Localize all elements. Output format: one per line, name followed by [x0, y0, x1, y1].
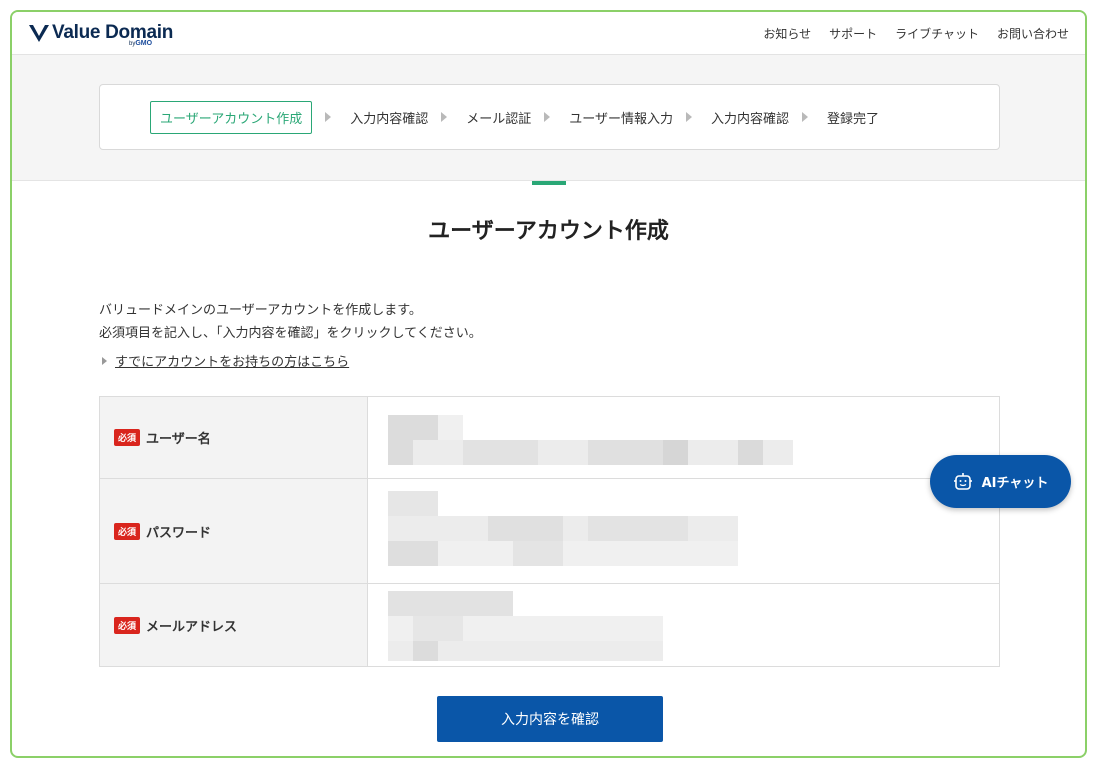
account-form: 必須 ユーザー名 必須 パスワード 必須 メールアドレス: [99, 396, 1000, 667]
logo-by-text: byGMO: [129, 39, 153, 47]
progress-steps: ユーザーアカウント作成 入力内容確認 メール認証 ユーザー情報入力 入力内容確認…: [99, 84, 1000, 150]
blurred-username-content: [368, 397, 808, 478]
step-user-info: ユーザー情報入力: [569, 111, 674, 127]
step-arrow-icon: [325, 112, 332, 122]
step-arrow-icon: [686, 112, 693, 122]
header-nav: お知らせ サポート ライブチャット お問い合わせ: [763, 25, 1069, 42]
value-domain-v-icon: [29, 25, 49, 42]
logo-text: Value Domain: [52, 22, 173, 43]
username-label-text: ユーザー名: [146, 432, 211, 447]
ai-chat-button[interactable]: AIチャット: [930, 455, 1071, 508]
form-row-username: 必須 ユーザー名: [100, 397, 999, 479]
nav-news[interactable]: お知らせ: [763, 25, 811, 42]
blurred-email-content: [368, 584, 808, 666]
confirm-input-button[interactable]: 入力内容を確認: [437, 696, 663, 742]
step-arrow-icon: [802, 112, 809, 122]
step-arrow-icon: [441, 112, 448, 122]
form-row-password: 必須 パスワード: [100, 479, 999, 584]
intro-line-1: バリュードメインのユーザーアカウントを作成します。: [99, 303, 422, 318]
step-input-confirm-2: 入力内容確認: [711, 111, 790, 127]
email-field[interactable]: [368, 584, 999, 666]
existing-account-link-row: すでにアカウントをお持ちの方はこちら: [102, 351, 1085, 370]
intro-text: バリュードメインのユーザーアカウントを作成します。 必須項目を記入し、「入力内容…: [99, 299, 1085, 345]
email-label-text: メールアドレス: [146, 619, 238, 635]
blurred-password-content: [368, 479, 808, 583]
password-label: 必須 パスワード: [100, 479, 368, 583]
username-field[interactable]: [368, 397, 999, 478]
value-domain-logo[interactable]: Value Domain byGMO: [28, 20, 173, 47]
site-header: Value Domain byGMO お知らせ サポート ライブチャット お問い…: [12, 12, 1085, 55]
required-badge: 必須: [114, 429, 141, 446]
page-title: ユーザーアカウント作成: [428, 219, 669, 244]
required-badge: 必須: [114, 616, 141, 634]
step-input-confirm: 入力内容確認: [350, 111, 429, 127]
steps-section: ユーザーアカウント作成 入力内容確認 メール認証 ユーザー情報入力 入力内容確認…: [12, 55, 1085, 185]
ai-chat-label: AIチャット: [981, 476, 1049, 491]
password-label-text: パスワード: [146, 525, 212, 541]
nav-contact[interactable]: お問い合わせ: [997, 25, 1069, 42]
form-row-email: 必須 メールアドレス: [100, 584, 999, 666]
title-accent-bar: [532, 181, 566, 185]
existing-account-link[interactable]: すでにアカウントをお持ちの方はこちら: [115, 351, 349, 370]
step-arrow-icon: [544, 112, 551, 122]
intro-line-2: 必須項目を記入し、「入力内容を確認」をクリックしてください。: [99, 326, 482, 341]
nav-support[interactable]: サポート: [829, 25, 877, 42]
step-complete: 登録完了: [827, 111, 880, 127]
robot-icon: [953, 472, 972, 490]
username-label: 必須 ユーザー名: [100, 397, 368, 478]
step-mail-auth: メール認証: [466, 111, 532, 127]
nav-live-chat[interactable]: ライブチャット: [895, 25, 979, 42]
link-arrow-icon: [102, 356, 107, 365]
required-badge: 必須: [114, 522, 141, 540]
email-label: 必須 メールアドレス: [100, 584, 368, 666]
step-account-create: ユーザーアカウント作成: [150, 100, 313, 134]
browser-frame: Value Domain byGMO お知らせ サポート ライブチャット お問い…: [10, 10, 1087, 758]
password-field[interactable]: [368, 479, 999, 583]
